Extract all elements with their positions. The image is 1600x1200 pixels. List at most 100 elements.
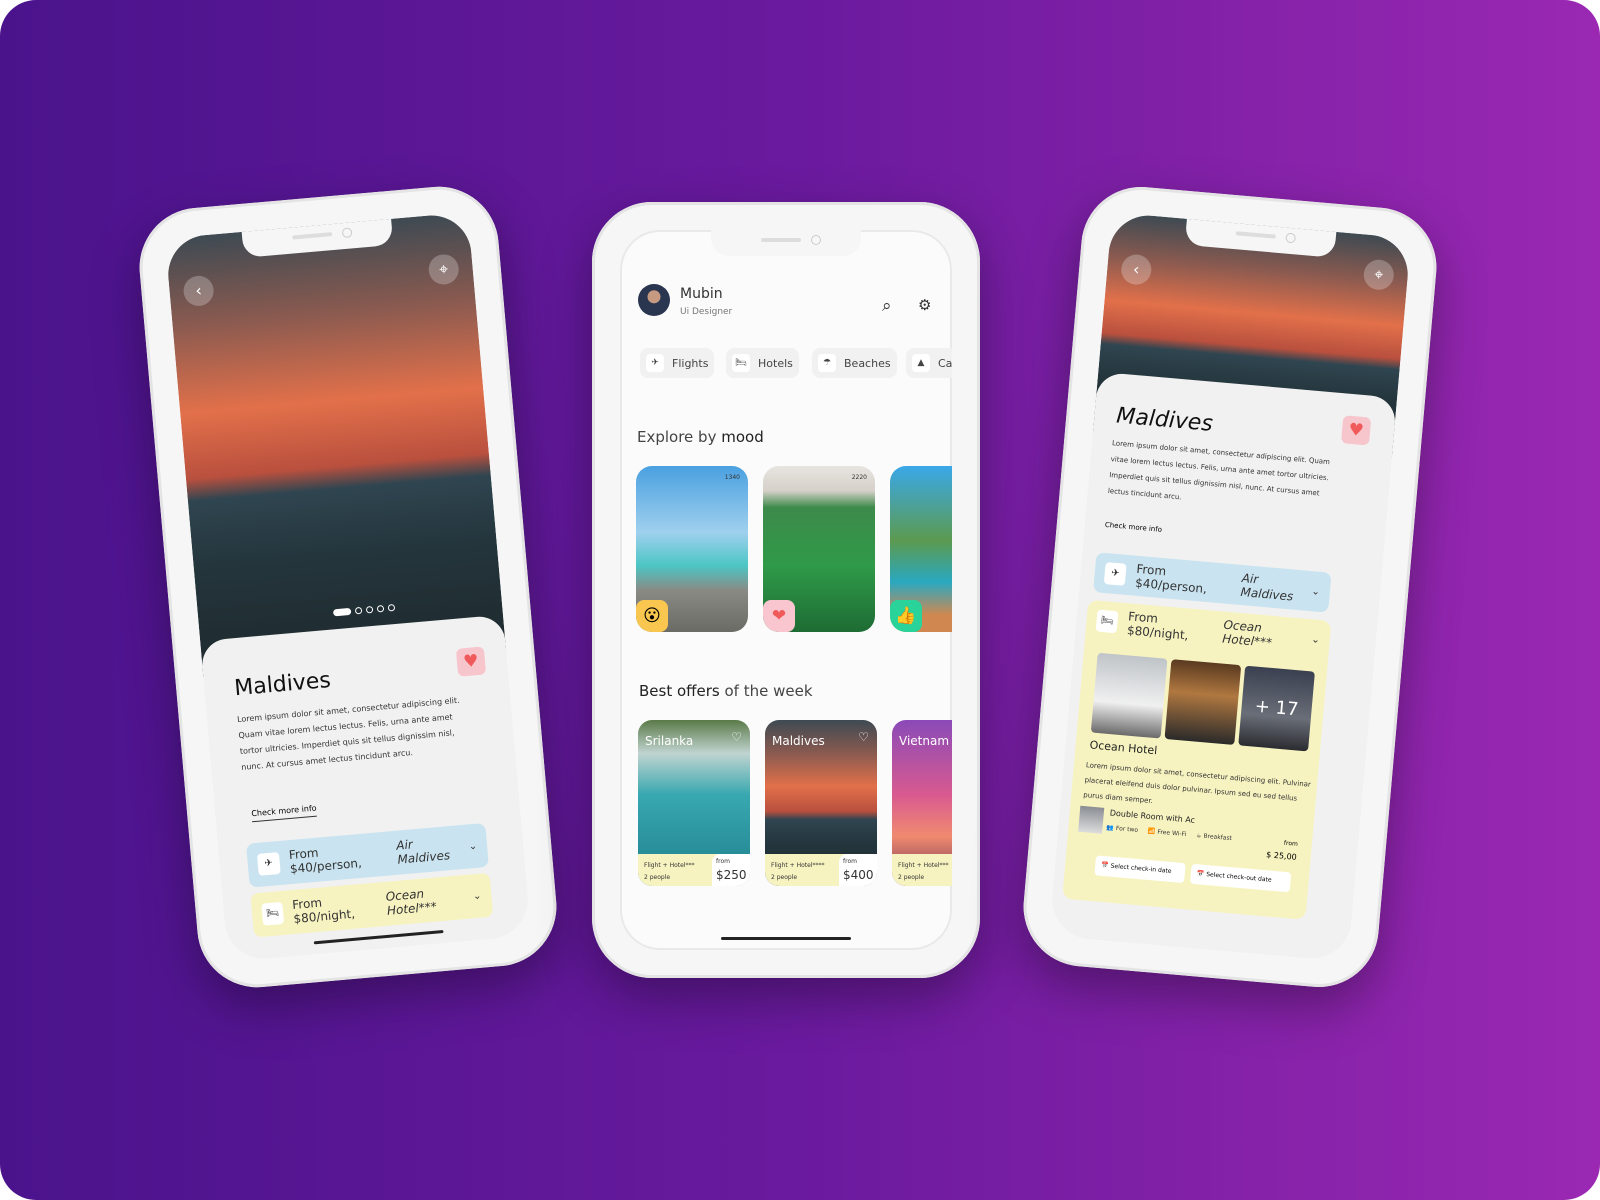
plane-icon: ✈: [646, 354, 664, 372]
hero-image: [164, 212, 507, 677]
favorite-button[interactable]: ♥: [1340, 415, 1372, 446]
amenity-label: For two: [1115, 824, 1139, 834]
hotel-photo[interactable]: [1164, 659, 1242, 745]
offer-from: from: [843, 858, 857, 865]
offer-from: from: [716, 858, 730, 865]
chip-beaches[interactable]: ☂ Beaches: [812, 348, 897, 378]
offer-price: $250: [716, 868, 747, 882]
heart-icon: ♥: [462, 650, 480, 673]
mood-card[interactable]: 👍: [890, 466, 952, 632]
favorite-button[interactable]: ♥: [455, 646, 487, 677]
mood-count: 2220: [851, 474, 867, 481]
offer-name: Srilanka: [645, 734, 694, 748]
mood-count: 1340: [724, 474, 740, 481]
hotel-detail-screen: ‹ ⌖ Maldives ♥ Lorem ipsum dolor sit ame…: [1048, 212, 1412, 962]
offer-people: 2 people: [771, 874, 798, 881]
offer-card[interactable]: Srilanka ♡ Flight + Hotel*** 2 people from $…: [638, 720, 750, 886]
surprised-emoji-icon: 😮: [636, 600, 668, 632]
hotel-price: From $80/night,: [1126, 609, 1190, 643]
chip-label: Camping: [938, 356, 952, 370]
chip-label: Hotels: [758, 356, 793, 370]
plane-icon: ✈: [256, 852, 281, 876]
offers-title-b: of the week: [724, 682, 813, 700]
room-price: $ 25,00: [1265, 850, 1298, 862]
hotel-photo-more[interactable]: + 17: [1238, 665, 1315, 752]
offer-card[interactable]: Vietnam Flight + Hotel*** 2 people: [892, 720, 952, 886]
check-more-link[interactable]: Check more info: [1105, 521, 1163, 534]
hotel-photo[interactable]: [1090, 652, 1168, 739]
bed-icon: 🛏: [732, 354, 750, 372]
offer-people: 2 people: [898, 874, 925, 881]
room-from: from: [1283, 839, 1299, 848]
flight-name: Air Maldives: [1240, 571, 1294, 604]
heart-outline-icon[interactable]: ♡: [731, 730, 742, 744]
user-name: Mubin: [680, 286, 723, 302]
checkin-button[interactable]: 📅 Select check-in date: [1094, 855, 1186, 884]
explore-title-b: mood: [721, 428, 764, 446]
checkin-label: Select check-in date: [1110, 862, 1172, 875]
amenity-label: Free Wi-Fi: [1157, 828, 1187, 839]
chip-label: Beaches: [844, 356, 891, 370]
bed-icon: 🛏: [1095, 609, 1119, 634]
flight-price: From $40/person,: [288, 845, 363, 877]
room-thumb: [1078, 805, 1105, 834]
hotel-name: Ocean Hotel***: [385, 886, 438, 918]
search-icon[interactable]: ⌕: [882, 296, 892, 316]
plane-icon: ✈: [1103, 562, 1127, 586]
hotel-price: From $80/night,: [291, 895, 356, 926]
mood-card[interactable]: 1340 😮: [636, 466, 748, 632]
chip-hotels[interactable]: 🛏 Hotels: [726, 348, 799, 378]
mood-card[interactable]: 2220 ❤: [763, 466, 875, 632]
flight-price: From $40/person,: [1134, 561, 1208, 596]
chevron-down-icon: ⌄: [472, 890, 482, 902]
explore-title: Explore by mood: [637, 428, 764, 446]
offer-name: Vietnam: [899, 734, 950, 748]
home-screen: Mubin Ui Designer ⌕ ⚙ ✈ Flights 🛏 Hotels ☂…: [620, 230, 952, 950]
chevron-down-icon: ⌄: [468, 840, 478, 852]
offer-name: Maldives: [772, 734, 825, 748]
phone-home: Mubin Ui Designer ⌕ ⚙ ✈ Flights 🛏 Hotels ☂…: [592, 202, 980, 978]
check-more-link[interactable]: Check more info: [251, 803, 318, 823]
phone-detail: ‹ ⌖ Maldives ♥ Lorem ipsum dolor sit ame…: [134, 181, 562, 993]
destination-title: Maldives: [1115, 403, 1214, 437]
amenity-label: Breakfast: [1203, 832, 1233, 843]
destination-description: Lorem ipsum dolor sit amet, consectetur …: [236, 695, 460, 772]
hotel-expanded: 🛏 From $80/night, Ocean Hotel*** ⌄ + 17 Oc…: [1062, 599, 1332, 920]
notch: [711, 230, 861, 256]
amenities: 👥 For two 📶 Free Wi-Fi ☕ Breakfast: [1106, 824, 1232, 842]
chevron-down-icon: ⌄: [1311, 585, 1321, 598]
amenity-for-two: 👥 For two: [1106, 824, 1139, 834]
background: ‹ ⌖ Maldives ♥ Lorem ipsum dolor sit ame…: [0, 0, 1600, 1200]
detail-card: Maldives ♥ Lorem ipsum dolor sit amet, c…: [200, 614, 532, 962]
user-role: Ui Designer: [680, 307, 733, 317]
explore-title-a: Explore by: [637, 428, 722, 446]
offer-card[interactable]: Maldives ♡ Flight + Hotel**** 2 people from…: [765, 720, 877, 886]
offers-title-a: Best offers: [639, 682, 725, 700]
heart-icon: ♥: [1347, 419, 1365, 442]
offer-package: Flight + Hotel****: [771, 862, 825, 869]
chevron-up-icon: ⌄: [1310, 633, 1321, 646]
camp-icon: ▲: [912, 354, 930, 372]
destination-title: Maldives: [233, 667, 332, 702]
checkout-label: Select check-out date: [1205, 871, 1272, 884]
offer-package: Flight + Hotel***: [644, 862, 695, 869]
destination-description: Lorem ipsum dolor sit amet, consectetur …: [1107, 439, 1331, 502]
heart-outline-icon[interactable]: ♡: [858, 730, 869, 744]
detail-card: Maldives ♥ Lorem ipsum dolor sit amet, c…: [1048, 371, 1398, 962]
bed-icon: 🛏: [261, 901, 284, 926]
flight-name: Air Maldives: [395, 837, 451, 867]
umbrella-icon: ☂: [818, 354, 836, 372]
filter-icon[interactable]: ⚙: [918, 296, 931, 314]
home-indicator: [721, 937, 851, 940]
chip-label: Flights: [672, 356, 709, 370]
avatar[interactable]: [638, 284, 670, 316]
hotel-title: Ocean Hotel: [1089, 738, 1158, 758]
detail-screen: ‹ ⌖ Maldives ♥ Lorem ipsum dolor sit ame…: [164, 212, 532, 962]
offer-people: 2 people: [644, 874, 671, 881]
offer-package: Flight + Hotel***: [898, 862, 949, 869]
chip-flights[interactable]: ✈ Flights: [640, 348, 715, 378]
chip-camping[interactable]: ▲ Camping: [906, 348, 952, 378]
amenity-wifi: 📶 Free Wi-Fi: [1147, 827, 1187, 839]
checkout-button[interactable]: 📅 Select check-out date: [1189, 863, 1292, 893]
heart-icon: ❤: [763, 600, 795, 632]
